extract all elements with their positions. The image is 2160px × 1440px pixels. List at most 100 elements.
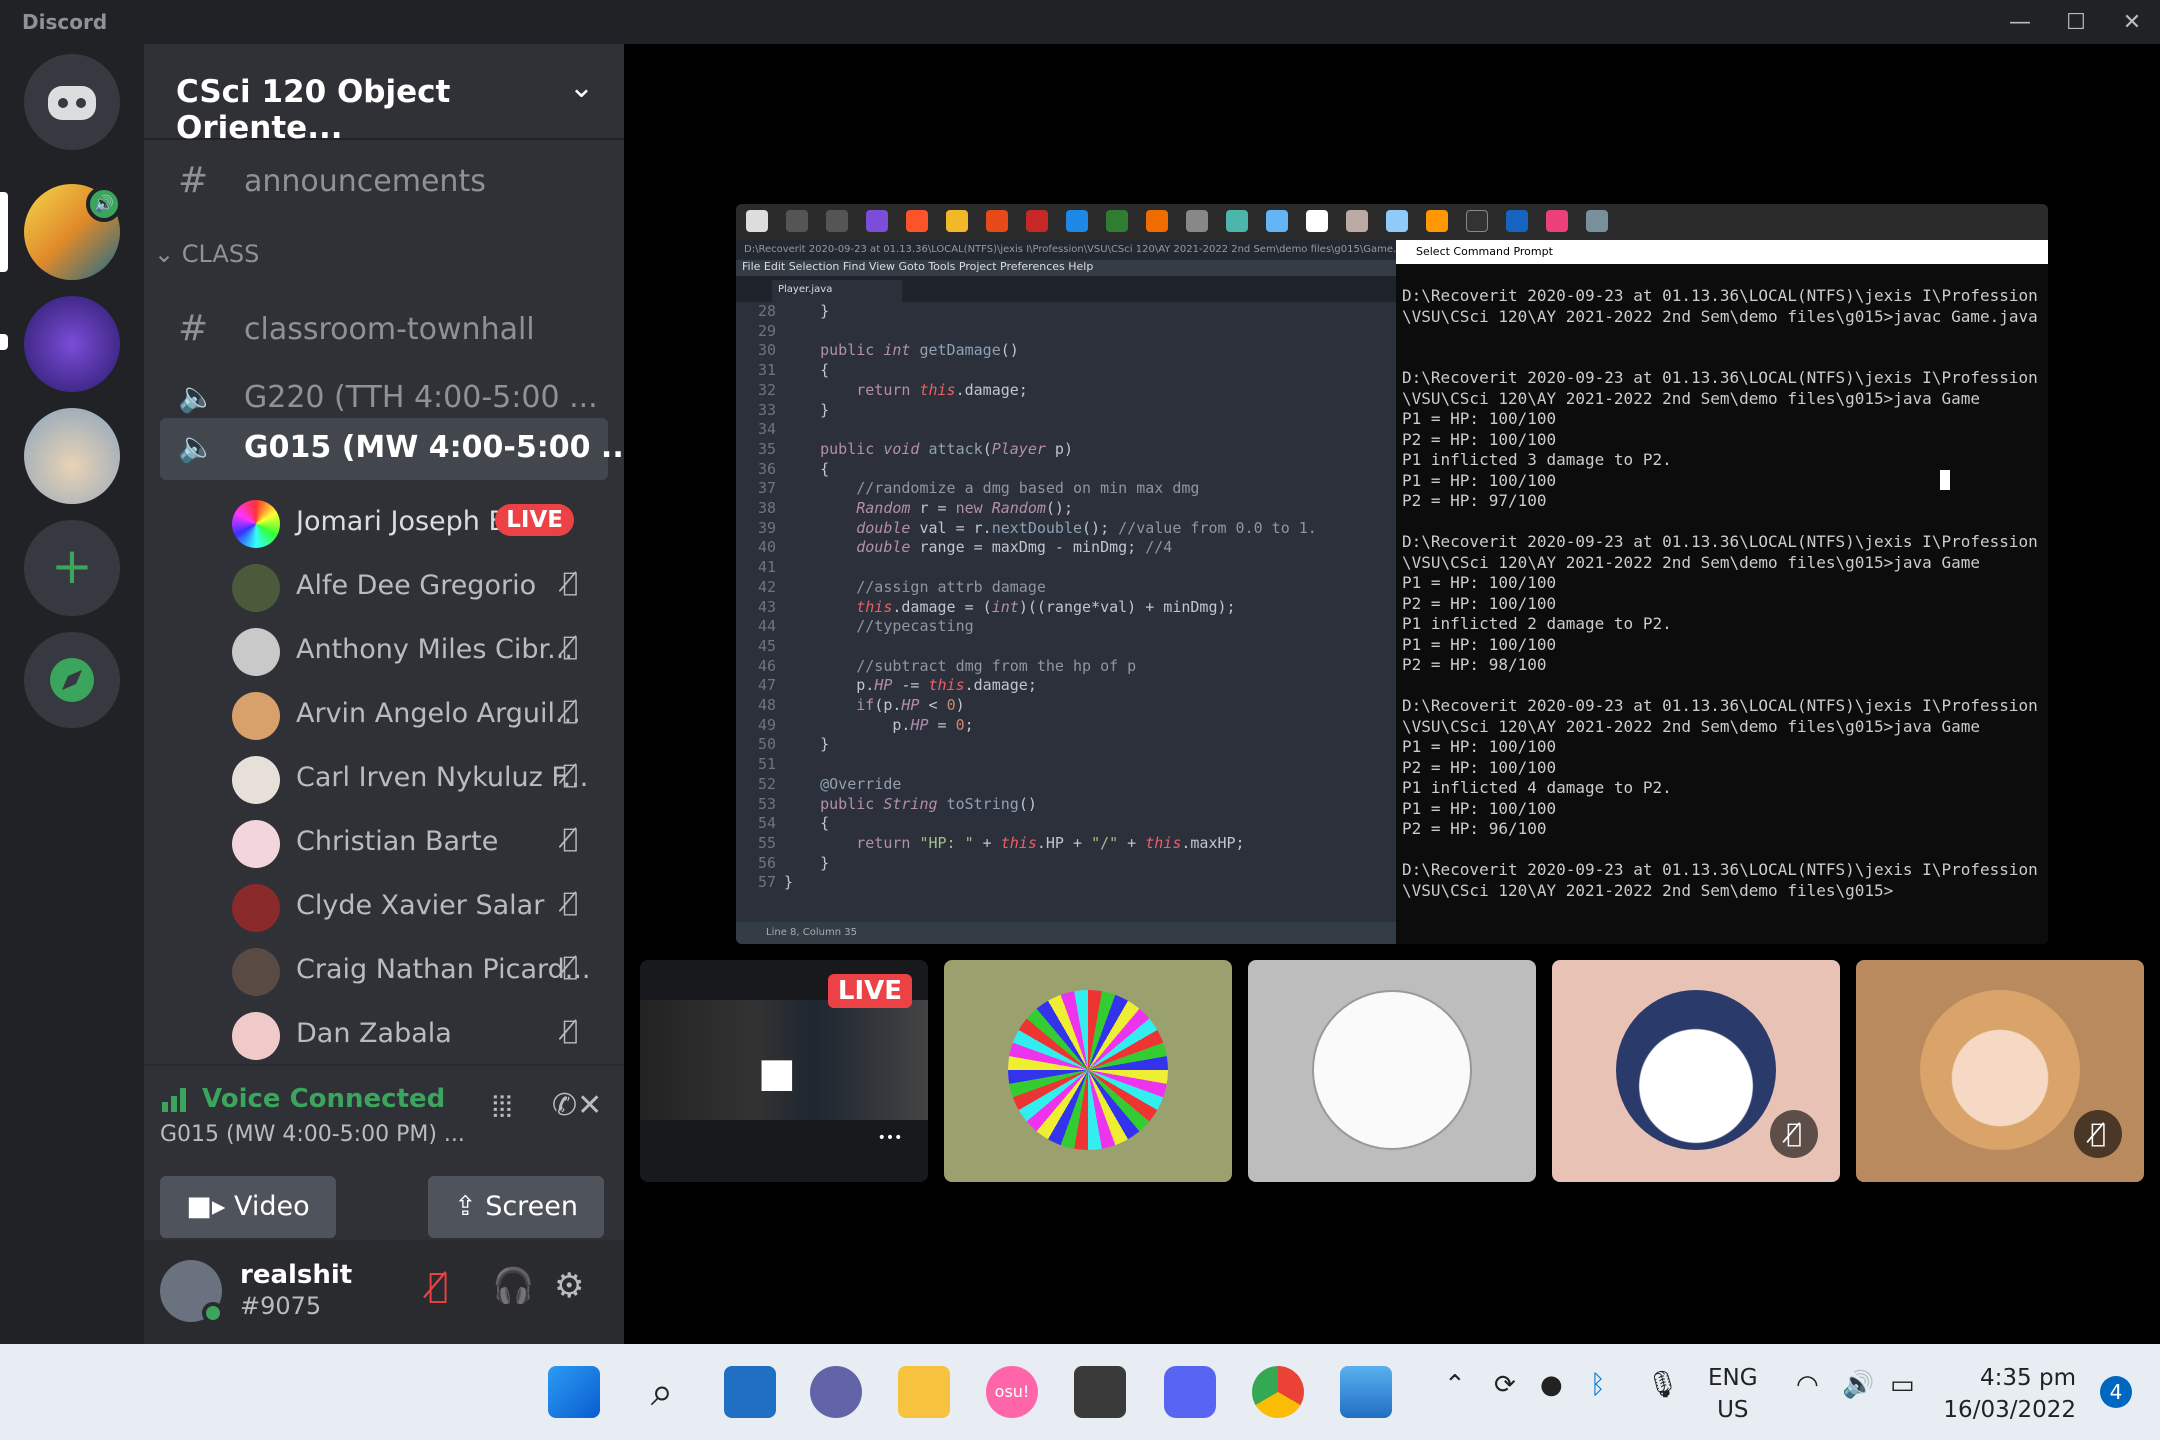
date: 16/03/2022 — [1943, 1397, 2076, 1423]
app-title: Discord — [22, 10, 108, 34]
channel-announcements[interactable]: # announcements — [160, 152, 608, 210]
mic-muted-icon: 🎙̸ — [562, 888, 578, 918]
minimize-button[interactable]: — — [1998, 6, 2042, 40]
headphones-icon[interactable]: 🎧 — [492, 1266, 534, 1306]
live-badge: LIVE — [495, 504, 574, 536]
mic-muted-icon: 🎙̸ — [2074, 1110, 2122, 1158]
voice-user[interactable]: Christian Barte 🎙̸ — [232, 814, 604, 872]
avatar — [1008, 990, 1168, 1150]
voice-user[interactable]: Carl Irven Nykuluz F... 🎙̸ — [232, 750, 604, 808]
shared-taskbar — [736, 204, 2048, 240]
wifi-icon[interactable]: ◠ — [1796, 1370, 1819, 1400]
line-numbers: 28 29 30 31 32 33 34 35 36 37 38 39 40 4… — [757, 302, 776, 892]
file-explorer-icon[interactable] — [898, 1366, 950, 1418]
editor-title: D:\Recoverit 2020-09-23 at 01.13.36\LOCA… — [736, 240, 1396, 260]
sublime-text-icon[interactable] — [1074, 1366, 1126, 1418]
speaker-icon: 🔈 — [178, 380, 216, 415]
widgets-icon[interactable] — [724, 1366, 776, 1418]
sync-icon[interactable]: ⟳ — [1494, 1370, 1516, 1400]
mic-muted-icon: 🎙̸ — [562, 760, 578, 790]
stream-preview-tile[interactable]: LIVE ■ ••• — [640, 960, 928, 1182]
voice-user[interactable]: Clyde Xavier Salar 🎙̸ — [232, 878, 604, 936]
user-panel: realshit #9075 🎙̸ 🎧 ⚙ — [144, 1240, 624, 1344]
category-class[interactable]: ⌄ CLASS — [154, 240, 259, 268]
search-icon[interactable]: ⌕ — [636, 1366, 688, 1418]
channel-classroom-townhall[interactable]: # classroom-townhall — [160, 300, 608, 358]
add-server-button[interactable]: + — [24, 520, 120, 616]
channel-panel: CSci 120 Object Oriente... ⌄ # announcem… — [144, 44, 635, 1344]
voice-user[interactable]: Arvin Angelo Arguil... 🎙̸ — [232, 686, 604, 744]
channel-label: classroom-townhall — [244, 312, 535, 347]
video-label: Video — [234, 1191, 310, 1222]
chrome-icon[interactable] — [1252, 1366, 1304, 1418]
voice-user[interactable]: Dan Zabala 🎙̸ — [232, 1006, 604, 1064]
avatar — [1312, 990, 1472, 1150]
user-name: Anthony Miles Cibr... — [296, 634, 573, 665]
voice-channel-link[interactable]: G015 (MW 4:00-5:00 PM) ... — [160, 1122, 465, 1147]
more-options-button[interactable]: ••• — [866, 1120, 914, 1156]
signal-icon[interactable] — [162, 1086, 192, 1112]
start-icon[interactable] — [548, 1366, 600, 1418]
discord-icon[interactable] — [1164, 1366, 1216, 1418]
command-prompt: Select Command Prompt D:\Recoverit 2020-… — [1396, 240, 2048, 944]
username: realshit — [240, 1260, 353, 1290]
participant-tile[interactable]: 🎙̸ — [1856, 960, 2144, 1182]
explore-servers-button[interactable] — [24, 632, 120, 728]
mic-muted-icon: 🎙̸ — [562, 824, 578, 854]
noise-suppression-icon[interactable]: ⦙⦙⦙ — [492, 1090, 512, 1125]
voice-connected-label: Voice Connected — [202, 1084, 446, 1114]
home-button[interactable] — [24, 54, 120, 150]
guild-header[interactable]: CSci 120 Object Oriente... ⌄ — [144, 44, 624, 146]
video-button[interactable]: ■▸ Video — [160, 1176, 336, 1238]
gear-icon[interactable]: ⚙ — [554, 1266, 584, 1306]
online-status-dot — [202, 1302, 224, 1324]
channel-label: G220 (TTH 4:00-5:00 ... — [244, 380, 598, 415]
screen-share-view[interactable]: D:\Recoverit 2020-09-23 at 01.13.36\LOCA… — [736, 204, 2048, 944]
close-button[interactable]: ✕ — [2110, 6, 2154, 40]
bluetooth-icon[interactable]: ᛒ — [1590, 1370, 1606, 1400]
language-indicator[interactable]: ENG US — [1708, 1362, 1758, 1426]
notification-badge[interactable]: 4 — [2100, 1376, 2132, 1408]
avatar — [232, 628, 280, 676]
speaker-icon: 🔊 — [86, 186, 122, 222]
photos-icon[interactable] — [1340, 1366, 1392, 1418]
participant-tile[interactable] — [1248, 960, 1536, 1182]
maximize-button[interactable]: ☐ — [2054, 6, 2098, 40]
battery-icon[interactable]: ▭ — [1890, 1370, 1915, 1400]
voice-user[interactable]: Craig Nathan Picard... 🎙̸ — [232, 942, 604, 1000]
screen-share-icon: ⇪ — [453, 1191, 477, 1222]
keyboard-layout: US — [1717, 1397, 1749, 1423]
participant-tile[interactable]: 🎙̸ — [1552, 960, 1840, 1182]
voice-user[interactable]: Anthony Miles Cibr... 🎙̸ — [232, 622, 604, 680]
clock[interactable]: 4:35 pm 16/03/2022 — [1943, 1362, 2076, 1426]
disconnect-icon[interactable]: ✆✕ — [552, 1088, 602, 1123]
editor-tab: Player.java — [772, 280, 902, 302]
osu-icon[interactable]: osu! — [986, 1366, 1038, 1418]
user-name: Clyde Xavier Salar — [296, 890, 545, 921]
mic-muted-icon: 🎙̸ — [562, 1016, 578, 1046]
voice-user[interactable]: Alfe Dee Gregorio 🎙̸ — [232, 558, 604, 616]
user-name: Dan Zabala — [296, 1018, 452, 1049]
server-dog[interactable] — [24, 408, 120, 504]
chat-icon[interactable] — [810, 1366, 862, 1418]
guild-name: CSci 120 Object Oriente... — [176, 74, 451, 146]
mic-muted-icon: 🎙̸ — [562, 696, 578, 726]
terminal-title: Select Command Prompt — [1396, 240, 2048, 264]
mic-muted-icon[interactable]: 🎙̸ — [428, 1266, 448, 1306]
participant-tile[interactable] — [944, 960, 1232, 1182]
voice-user[interactable]: Jomari Joseph B... LIVE — [232, 494, 604, 552]
server-rail: 🔊 + — [0, 44, 144, 1344]
user-tag: #9075 — [240, 1292, 322, 1320]
voice-channel-g015[interactable]: 🔈 G015 (MW 4:00-5:00 ... — [160, 418, 635, 480]
user-name: Arvin Angelo Arguil... — [296, 698, 581, 729]
microphone-icon[interactable]: 🎙 — [1646, 1370, 1679, 1400]
chevron-up-icon[interactable]: ⌃ — [1444, 1370, 1466, 1400]
volume-icon[interactable]: 🔊 — [1842, 1370, 1874, 1400]
camera-icon: ■▸ — [186, 1191, 226, 1222]
server-laptop[interactable] — [24, 296, 120, 392]
screen-share-button[interactable]: ⇪ Screen — [428, 1176, 604, 1238]
avatar — [232, 1012, 280, 1060]
app-tray-icon[interactable]: ● — [1540, 1370, 1563, 1400]
channel-label: announcements — [244, 164, 486, 199]
terminal-output: D:\Recoverit 2020-09-23 at 01.13.36\LOCA… — [1402, 286, 2038, 900]
